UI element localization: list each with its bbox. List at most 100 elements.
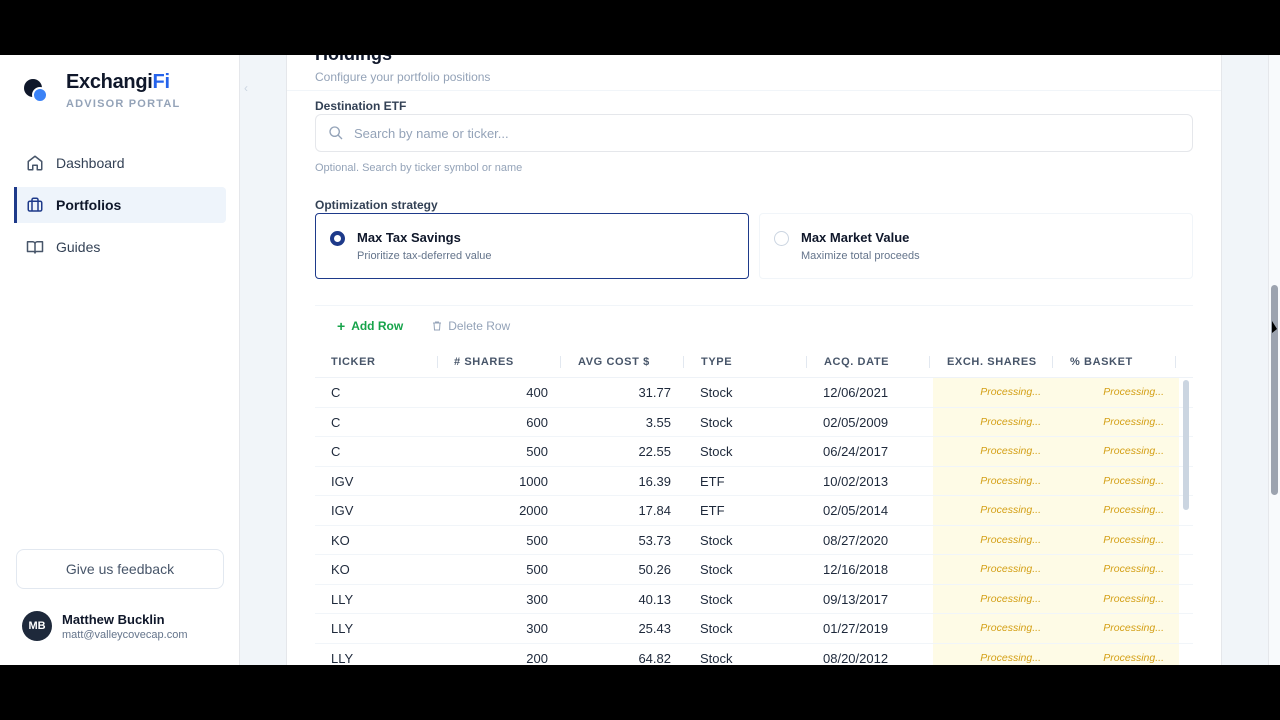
- sidebar-item-portfolios[interactable]: Portfolios: [14, 187, 226, 223]
- col-pct-basket[interactable]: % BASKET: [1070, 346, 1133, 378]
- cell-shares[interactable]: 500: [445, 526, 548, 556]
- cell-ticker[interactable]: IGV: [331, 467, 353, 497]
- cell-ticker[interactable]: IGV: [331, 496, 353, 526]
- cell-acq-date[interactable]: 02/05/2009: [823, 408, 888, 438]
- cell-acq-date[interactable]: 01/27/2019: [823, 614, 888, 644]
- cell-type[interactable]: Stock: [700, 378, 733, 408]
- cell-avg-cost[interactable]: 16.39: [568, 467, 671, 497]
- cell-shares[interactable]: 500: [445, 555, 548, 585]
- radio-selected-icon[interactable]: [330, 231, 345, 246]
- user-profile[interactable]: MB Matthew Bucklin matt@valleycovecap.co…: [22, 611, 188, 641]
- table-row[interactable]: KO 500 53.73 Stock 08/27/2020 Processing... Pr…: [315, 526, 1193, 556]
- table-scrollbar[interactable]: [1183, 380, 1189, 510]
- cell-type[interactable]: ETF: [700, 496, 725, 526]
- table-row[interactable]: C 500 22.55 Stock 06/24/2017 Processing... Pro…: [315, 437, 1193, 467]
- briefcase-icon: [27, 197, 43, 212]
- table-row[interactable]: LLY 200 64.82 Stock 08/20/2012 Processing... P…: [315, 644, 1193, 666]
- table-row[interactable]: IGV 1000 16.39 ETF 10/02/2013 Processing... Pr…: [315, 467, 1193, 497]
- destination-etf-search[interactable]: [315, 114, 1193, 152]
- divider: [287, 90, 1221, 91]
- cell-type[interactable]: Stock: [700, 408, 733, 438]
- cell-avg-cost[interactable]: 64.82: [568, 644, 671, 666]
- cell-acq-date[interactable]: 08/27/2020: [823, 526, 888, 556]
- table-body: C 400 31.77 Stock 12/06/2021 Processing... Pro…: [315, 378, 1193, 665]
- cell-type[interactable]: ETF: [700, 467, 725, 497]
- table-row[interactable]: C 400 31.77 Stock 12/06/2021 Processing... Pro…: [315, 378, 1193, 408]
- col-exch-shares[interactable]: EXCH. SHARES: [947, 346, 1037, 378]
- cell-type[interactable]: Stock: [700, 555, 733, 585]
- col-ticker[interactable]: TICKER: [331, 346, 376, 378]
- cell-type[interactable]: Stock: [700, 437, 733, 467]
- cell-avg-cost[interactable]: 22.55: [568, 437, 671, 467]
- cell-exch-shares: Processing...: [980, 651, 1041, 664]
- cell-ticker[interactable]: KO: [331, 555, 350, 585]
- add-row-button[interactable]: + Add Row: [337, 318, 403, 334]
- cell-avg-cost[interactable]: 17.84: [568, 496, 671, 526]
- radio-unselected-icon[interactable]: [774, 231, 789, 246]
- cell-acq-date[interactable]: 09/13/2017: [823, 585, 888, 615]
- cell-pct-basket: Processing...: [1103, 415, 1164, 428]
- cell-pct-basket: Processing...: [1103, 563, 1164, 575]
- cell-exch-shares: Processing...: [980, 474, 1041, 487]
- cell-shares[interactable]: 400: [445, 378, 548, 408]
- cell-shares[interactable]: 200: [445, 644, 548, 666]
- feedback-button[interactable]: Give us feedback: [16, 549, 224, 589]
- table-row[interactable]: IGV 2000 17.84 ETF 02/05/2014 Processing... Pr…: [315, 496, 1193, 526]
- holdings-table: + Add Row Delete Row TICKER # SHARES AVG…: [315, 305, 1193, 665]
- cell-avg-cost[interactable]: 31.77: [568, 378, 671, 408]
- cell-ticker[interactable]: LLY: [331, 644, 353, 666]
- table-row[interactable]: C 600 3.55 Stock 02/05/2009 Processing... Proc…: [315, 408, 1193, 438]
- cell-acq-date[interactable]: 08/20/2012: [823, 644, 888, 666]
- cell-shares[interactable]: 300: [445, 614, 548, 644]
- cell-ticker[interactable]: KO: [331, 526, 350, 556]
- cell-shares[interactable]: 300: [445, 585, 548, 615]
- cell-shares[interactable]: 500: [445, 437, 548, 467]
- table-row[interactable]: KO 500 50.26 Stock 12/16/2018 Processing... Pr…: [315, 555, 1193, 585]
- section-title: Holdings: [315, 55, 392, 65]
- search-input[interactable]: [354, 125, 1154, 141]
- table-row[interactable]: LLY 300 40.13 Stock 09/13/2017 Processing... P…: [315, 585, 1193, 615]
- cell-acq-date[interactable]: 12/16/2018: [823, 555, 888, 585]
- col-type[interactable]: TYPE: [701, 346, 732, 378]
- table-header: TICKER # SHARES AVG COST $ TYPE ACQ. DAT…: [315, 346, 1193, 378]
- cell-ticker[interactable]: C: [331, 408, 340, 438]
- sidebar-item-guides[interactable]: Guides: [14, 229, 226, 265]
- cell-avg-cost[interactable]: 25.43: [568, 614, 671, 644]
- cell-acq-date[interactable]: 06/24/2017: [823, 437, 888, 467]
- collapse-sidebar-icon[interactable]: ‹: [244, 81, 248, 95]
- cell-ticker[interactable]: LLY: [331, 614, 353, 644]
- cell-avg-cost[interactable]: 53.73: [568, 526, 671, 556]
- col-acq-date[interactable]: ACQ. DATE: [824, 346, 889, 378]
- table-row[interactable]: LLY 300 25.43 Stock 01/27/2019 Processing... P…: [315, 614, 1193, 644]
- cell-pct-basket: Processing...: [1103, 474, 1164, 487]
- trash-icon: [433, 321, 442, 331]
- cell-type[interactable]: Stock: [700, 585, 733, 615]
- col-avg-cost[interactable]: AVG COST $: [578, 346, 650, 378]
- cell-pct-basket: Processing...: [1103, 386, 1164, 398]
- cell-shares[interactable]: 2000: [445, 496, 548, 526]
- cell-type[interactable]: Stock: [700, 644, 733, 666]
- cell-avg-cost[interactable]: 3.55: [568, 408, 671, 438]
- cell-type[interactable]: Stock: [700, 526, 733, 556]
- book-icon: [26, 241, 44, 254]
- strategy-option-max-tax-savings[interactable]: Max Tax Savings Prioritize tax-deferred …: [315, 213, 749, 279]
- cell-avg-cost[interactable]: 50.26: [568, 555, 671, 585]
- cell-acq-date[interactable]: 10/02/2013: [823, 467, 888, 497]
- cell-shares[interactable]: 1000: [445, 467, 548, 497]
- strategy-option-max-market-value[interactable]: Max Market Value Maximize total proceeds: [759, 213, 1193, 279]
- cell-acq-date[interactable]: 02/05/2014: [823, 496, 888, 526]
- page-scrollbar-thumb[interactable]: [1271, 285, 1278, 495]
- cell-acq-date[interactable]: 12/06/2021: [823, 378, 888, 408]
- col-shares[interactable]: # SHARES: [454, 346, 514, 378]
- cell-exch-shares: Processing...: [980, 533, 1041, 546]
- brand[interactable]: ExchangiFi ADVISOR PORTAL: [24, 71, 180, 110]
- sidebar-item-dashboard[interactable]: Dashboard: [14, 145, 226, 181]
- cell-avg-cost[interactable]: 40.13: [568, 585, 671, 615]
- cell-type[interactable]: Stock: [700, 614, 733, 644]
- delete-row-button[interactable]: Delete Row: [431, 319, 510, 333]
- cell-ticker[interactable]: C: [331, 437, 340, 467]
- cell-shares[interactable]: 600: [445, 408, 548, 438]
- cell-ticker[interactable]: LLY: [331, 585, 353, 615]
- user-name: Matthew Bucklin: [62, 611, 165, 627]
- cell-ticker[interactable]: C: [331, 378, 340, 408]
